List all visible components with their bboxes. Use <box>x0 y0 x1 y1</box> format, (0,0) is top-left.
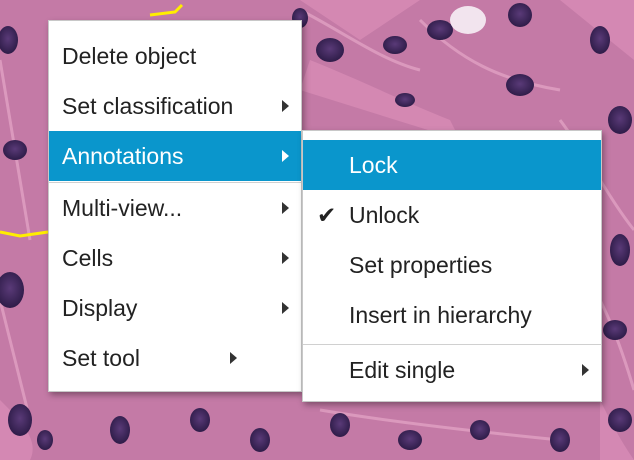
checkmark-icon: ✔ <box>317 202 337 228</box>
submenu-item-label: Insert in hierarchy <box>349 302 532 328</box>
menu-item-label: Annotations <box>62 143 184 169</box>
menu-item-label: Display <box>62 295 138 321</box>
context-menu: Delete object Set classification Annotat… <box>48 20 302 392</box>
menu-item-label: Multi-view... <box>62 195 183 221</box>
submenu-item-label: Edit single <box>349 357 456 383</box>
chevron-right-icon <box>282 302 289 314</box>
submenu-item-insert-in-hierarchy[interactable]: Insert in hierarchy <box>303 290 601 340</box>
menu-item-label: Set tool <box>62 345 140 371</box>
submenu-item-label: Set properties <box>349 252 493 278</box>
menu-item-label: Delete object <box>62 43 197 69</box>
menu-item-multi-view[interactable]: Multi-view... <box>49 183 301 233</box>
chevron-right-icon <box>282 100 289 112</box>
chevron-right-icon <box>282 252 289 264</box>
submenu-item-label: Unlock <box>349 202 420 228</box>
menu-item-set-tool[interactable]: Set tool <box>49 333 301 383</box>
menu-item-label: Cells <box>62 245 114 271</box>
submenu-item-lock[interactable]: Lock <box>303 140 601 190</box>
submenu-item-unlock[interactable]: ✔ Unlock <box>303 190 601 240</box>
menu-item-display[interactable]: Display <box>49 283 301 333</box>
chevron-right-icon <box>230 352 237 364</box>
menu-item-set-classification[interactable]: Set classification <box>49 81 301 131</box>
submenu-item-edit-single[interactable]: Edit single <box>303 345 601 395</box>
chevron-right-icon <box>282 202 289 214</box>
submenu-item-label: Lock <box>349 152 398 178</box>
menu-item-delete-object[interactable]: Delete object <box>49 31 301 81</box>
chevron-right-icon <box>282 150 289 162</box>
submenu-item-set-properties[interactable]: Set properties <box>303 240 601 290</box>
menu-item-annotations[interactable]: Annotations <box>49 131 301 181</box>
annotations-submenu: Lock ✔ Unlock Set properties Insert in h… <box>302 130 602 402</box>
menu-item-label: Set classification <box>62 93 234 119</box>
menu-item-cells[interactable]: Cells <box>49 233 301 283</box>
chevron-right-icon <box>582 364 589 376</box>
